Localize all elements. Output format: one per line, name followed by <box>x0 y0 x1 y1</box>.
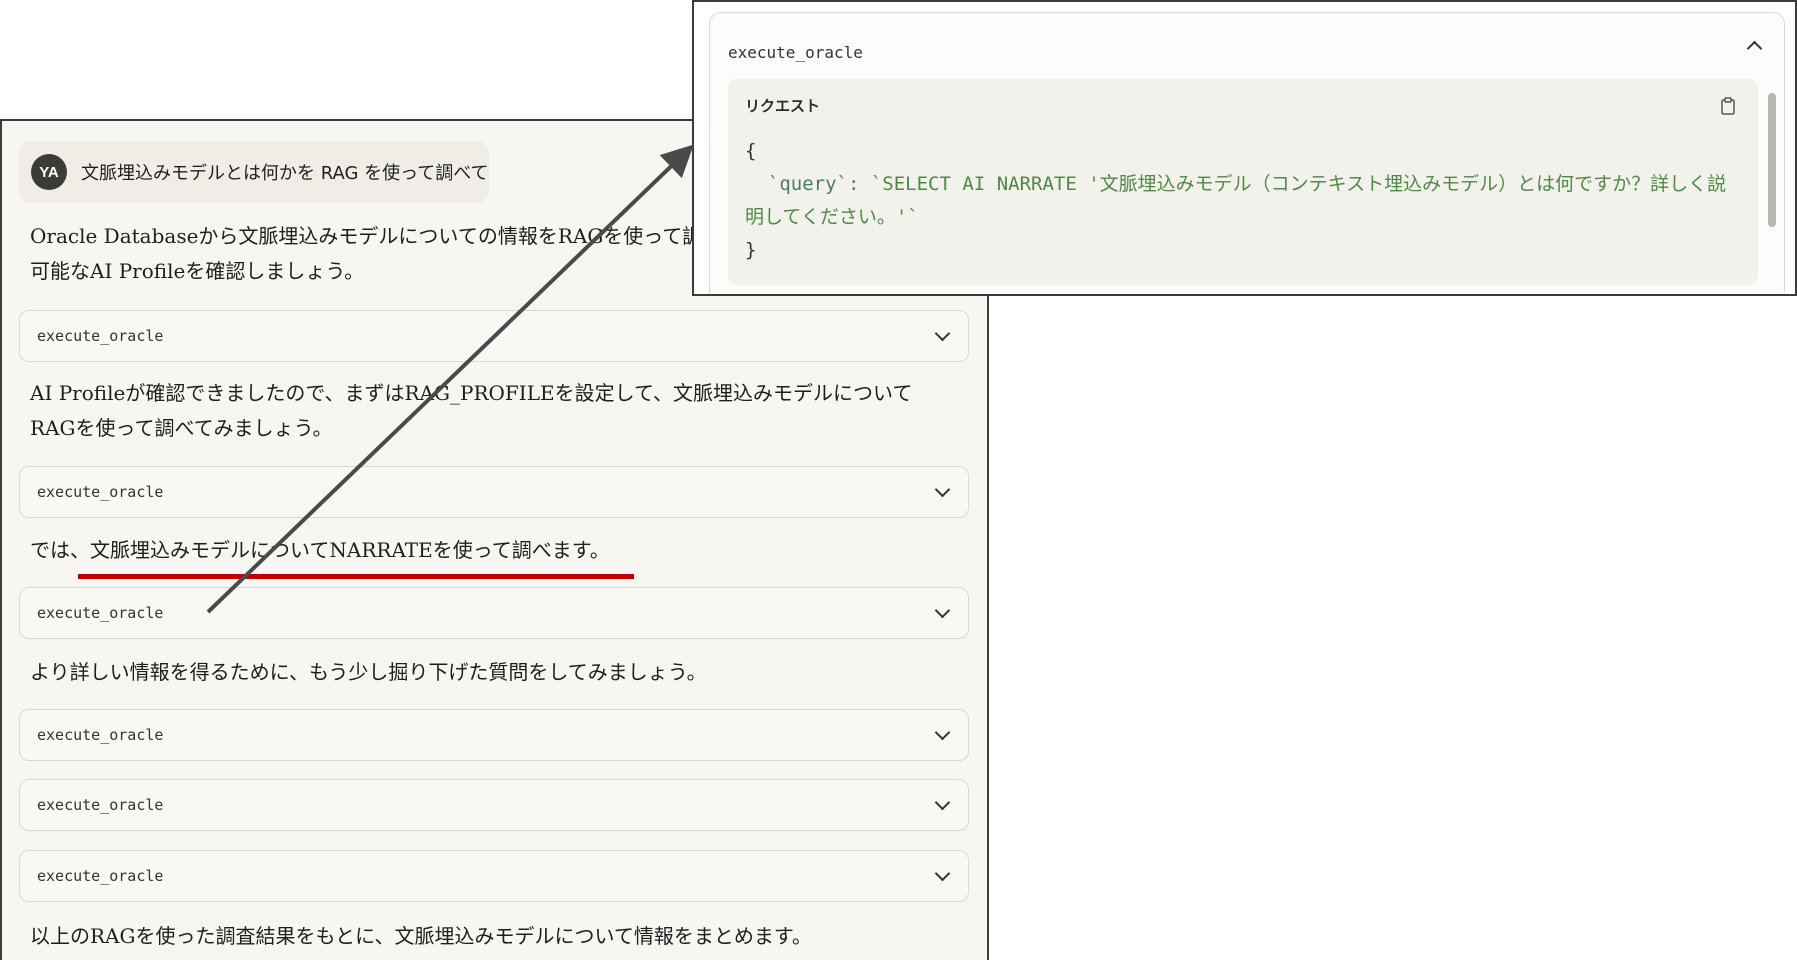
tool-call-name: execute_oracle <box>37 796 164 814</box>
assistant-message-2: AI Profileが確認できましたので、まずはRAG_PROFILEを設定して… <box>30 376 957 446</box>
tool-call-toggle[interactable]: execute_oracle <box>19 779 969 831</box>
tool-call-name: execute_oracle <box>37 483 164 501</box>
assistant-message-1-line-1: Oracle Databaseから文脈埋込みモデルについての情報をRAGを使って… <box>30 224 703 248</box>
tool-call-toggle[interactable]: execute_oracle <box>19 310 969 362</box>
user-avatar[interactable]: YA <box>31 154 67 190</box>
assistant-message-5: 以上のRAGを使った調査結果をもとに、文脈埋込みモデルについて情報をまとめます。 <box>30 924 812 948</box>
assistant-message-2-line-1: AI Profileが確認できましたので、まずはRAG_PROFILEを設定して… <box>30 381 913 405</box>
chevron-down-icon <box>934 794 951 810</box>
code-brace-close: } <box>745 239 757 261</box>
chevron-down-icon <box>934 602 951 618</box>
code-colon: : <box>847 173 871 195</box>
chevron-down-icon <box>934 481 951 497</box>
assistant-message-1-line-2: 可能なAI Profileを確認しましょう。 <box>30 259 365 283</box>
chevron-up-icon[interactable] <box>1746 40 1763 57</box>
chevron-down-icon <box>934 724 951 740</box>
tool-call-toggle[interactable]: execute_oracle <box>19 466 969 518</box>
tool-call-toggle[interactable]: execute_oracle <box>19 850 969 902</box>
request-panel: リクエスト { `query`: `SELECT AI NARRATE '文脈埋… <box>728 79 1758 285</box>
user-message-bubble: YA 文脈埋込みモデルとは何かを RAG を使って調べて <box>19 141 489 203</box>
tool-call-name: execute_oracle <box>37 327 164 345</box>
clipboard-icon[interactable] <box>1720 97 1736 115</box>
tool-call-name: execute_oracle <box>37 604 164 622</box>
chevron-down-icon <box>934 865 951 881</box>
code-string-value: `SELECT AI NARRATE '文脈埋込みモデル（コンテキスト埋込みモデ… <box>745 173 1727 228</box>
code-brace-open: { <box>745 140 757 162</box>
user-message-text: 文脈埋込みモデルとは何かを RAG を使って調べて <box>81 163 489 184</box>
tool-call-title: execute_oracle <box>728 43 863 62</box>
tool-call-name: execute_oracle <box>37 726 164 744</box>
request-label: リクエスト <box>745 97 821 115</box>
tool-call-expanded-card: execute_oracle リクエスト { `query`: `SELECT … <box>709 12 1785 294</box>
zoom-callout-panel: execute_oracle リクエスト { `query`: `SELECT … <box>692 0 1797 296</box>
tool-call-toggle[interactable]: execute_oracle <box>19 587 969 639</box>
chevron-down-icon <box>934 325 951 341</box>
code-key: `query` <box>767 173 848 195</box>
tool-call-name: execute_oracle <box>37 867 164 885</box>
request-code: { `query`: `SELECT AI NARRATE '文脈埋込みモデル（… <box>745 135 1742 267</box>
assistant-message-4: より詳しい情報を得るために、もう少し掘り下げた質問をしてみましょう。 <box>30 660 707 684</box>
assistant-message-3: では、文脈埋込みモデルについてNARRATEを使って調べます。 <box>30 538 610 562</box>
assistant-message-2-line-2: RAGを使って調べてみましょう。 <box>30 416 333 440</box>
scrollbar[interactable] <box>1768 93 1776 227</box>
highlight-underline <box>78 574 634 579</box>
tool-call-toggle[interactable]: execute_oracle <box>19 709 969 761</box>
